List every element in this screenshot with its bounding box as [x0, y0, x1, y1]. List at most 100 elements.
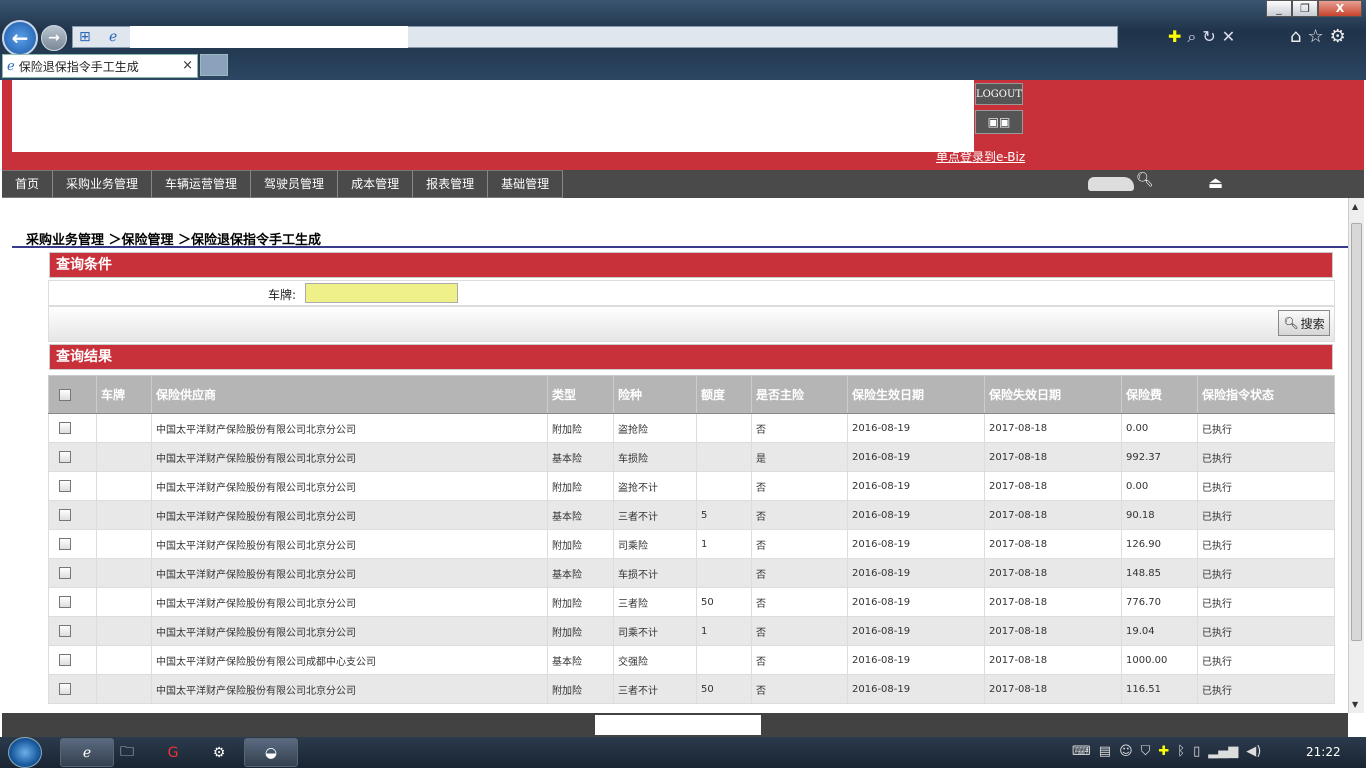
select-all-checkbox[interactable] — [59, 388, 71, 401]
browser-tab[interactable]: ℯ 保险退保指令手工生成 × — [2, 54, 198, 78]
ie-page-icon: ℯ — [109, 29, 118, 45]
col-plate[interactable]: 车牌 — [96, 375, 152, 414]
ebiz-link[interactable]: 单点登录到e-Biz — [936, 148, 1025, 165]
gear-icon[interactable]: ⚙ — [1330, 26, 1346, 47]
table-row[interactable]: 中国太平洋财产保险股份有限公司北京分公司 基本险 车损不计 否 2016-08-19 20… — [48, 558, 1335, 588]
shield-icon[interactable]: ⛉ — [1141, 744, 1151, 759]
col-is-main[interactable]: 是否主险 — [751, 375, 848, 414]
cell-is-main: 否 — [751, 587, 848, 617]
refresh-icon[interactable]: ↻ — [1202, 27, 1215, 47]
users-icon[interactable]: ☺ — [1119, 744, 1133, 759]
col-type[interactable]: 类型 — [547, 375, 614, 414]
col-status[interactable]: 保险指令状态 — [1197, 375, 1335, 414]
eject-icon[interactable]: ⏏ — [1208, 173, 1223, 192]
minimize-button[interactable]: _ — [1266, 0, 1292, 17]
clock[interactable]: 21:22 — [1306, 745, 1341, 759]
car-icon[interactable] — [1088, 177, 1134, 191]
forward-button[interactable]: → — [41, 25, 67, 51]
nav-item-reports[interactable]: 报表管理 — [413, 170, 489, 198]
nav-item-drivers[interactable]: 驾驶员管理 — [251, 170, 339, 198]
row-select-cell — [48, 616, 97, 646]
keyboard-icon[interactable]: ⌨ — [1072, 744, 1091, 759]
nav-item-cost[interactable]: 成本管理 — [338, 170, 414, 198]
row-checkbox[interactable] — [59, 567, 71, 579]
cell-supplier: 中国太平洋财产保险股份有限公司北京分公司 — [151, 616, 548, 646]
table-row[interactable]: 中国太平洋财产保险股份有限公司北京分公司 附加险 盗抢不计 否 2016-08-19 20… — [48, 471, 1335, 501]
cell-type: 附加险 — [547, 529, 614, 559]
table-row[interactable]: 中国太平洋财产保险股份有限公司北京分公司 附加险 司乘不计 1 否 2016-08-19 2… — [48, 616, 1335, 646]
col-start-date[interactable]: 保险生效日期 — [847, 375, 985, 414]
cell-amount — [696, 442, 752, 472]
search-button[interactable]: 🔍︎ 搜索 — [1278, 310, 1330, 336]
cell-amount: 5 — [696, 500, 752, 530]
cell-plate — [96, 616, 152, 646]
col-supplier[interactable]: 保险供应商 — [151, 375, 548, 414]
cell-coverage: 三者险 — [613, 587, 697, 617]
signal-icon[interactable]: ▂▄▆ — [1208, 744, 1238, 759]
back-button[interactable]: ← — [2, 20, 38, 56]
row-checkbox[interactable] — [59, 654, 71, 666]
main-content: 采购业务管理 ＞保险管理 ＞保险退保指令手工生成 查询条件 车牌: 🔍︎ 搜索 … — [2, 198, 1348, 713]
addon-tray-icon[interactable]: ✚ — [1158, 744, 1169, 759]
row-checkbox[interactable] — [59, 538, 71, 550]
logout-button[interactable]: LOGOUT — [975, 83, 1023, 105]
addon-icon[interactable]: ✚ — [1168, 27, 1181, 47]
start-button[interactable] — [8, 737, 42, 768]
taskbar-tool-icon[interactable]: ⚙ — [198, 738, 240, 767]
taskbar-app-icon[interactable]: G — [152, 738, 194, 767]
search-icon[interactable]: ⌕ — [1187, 27, 1196, 47]
taskbar-active-app-icon[interactable]: ◒ — [244, 738, 298, 767]
compat-icon: ⊞ — [79, 29, 91, 45]
horizontal-scrollbar[interactable] — [2, 713, 1348, 737]
col-amount[interactable]: 额度 — [696, 375, 752, 414]
scroll-thumb[interactable] — [1351, 223, 1362, 641]
stop-icon[interactable]: ✕ — [1222, 27, 1235, 47]
row-checkbox[interactable] — [59, 509, 71, 521]
table-row[interactable]: 中国太平洋财产保险股份有限公司北京分公司 基本险 三者不计 5 否 2016-08-19 2… — [48, 500, 1335, 530]
cell-type: 附加险 — [547, 413, 614, 443]
tab-close-icon[interactable]: × — [182, 58, 193, 73]
taskbar-folder-icon[interactable]: 🗀 — [106, 738, 148, 767]
cell-start-date: 2016-08-19 — [847, 442, 985, 472]
row-checkbox[interactable] — [59, 625, 71, 637]
table-row[interactable]: 中国太平洋财产保险股份有限公司北京分公司 附加险 三者不计 50 否 2016-08-19… — [48, 674, 1335, 704]
row-checkbox[interactable] — [59, 683, 71, 695]
sitemap-icon[interactable]: ▣▣ — [975, 110, 1023, 134]
col-coverage[interactable]: 险种 — [613, 375, 697, 414]
table-row[interactable]: 中国太平洋财产保险股份有限公司北京分公司 附加险 三者险 50 否 2016-08-19 2… — [48, 587, 1335, 617]
row-checkbox[interactable] — [59, 451, 71, 463]
col-end-date[interactable]: 保险失效日期 — [984, 375, 1122, 414]
cell-premium: 0.00 — [1121, 413, 1198, 443]
maximize-button[interactable]: ❐ — [1292, 0, 1318, 17]
cell-status: 已执行 — [1197, 587, 1335, 617]
scroll-thumb-horizontal[interactable] — [595, 715, 761, 735]
nav-item-basic[interactable]: 基础管理 — [488, 170, 564, 198]
table-row[interactable]: 中国太平洋财产保险股份有限公司北京分公司 附加险 司乘险 1 否 2016-08-19 20… — [48, 529, 1335, 559]
new-tab-button[interactable] — [200, 54, 228, 76]
plate-input[interactable] — [305, 283, 458, 303]
table-row[interactable]: 中国太平洋财产保险股份有限公司北京分公司 基本险 车损险 是 2016-08-19 201… — [48, 442, 1335, 472]
address-input[interactable] — [130, 26, 408, 48]
row-checkbox[interactable] — [59, 422, 71, 434]
bluetooth-icon[interactable]: ᛒ — [1177, 744, 1185, 759]
volume-icon[interactable]: ◀) — [1246, 744, 1261, 759]
table-row[interactable]: 中国太平洋财产保险股份有限公司成都中心支公司 基本险 交强险 否 2016-08-19 2… — [48, 645, 1335, 675]
favorites-star-icon[interactable]: ☆ — [1307, 26, 1323, 47]
magnifier-icon[interactable]: 🔍︎ — [1136, 172, 1154, 188]
nav-item-home[interactable]: 首页 — [2, 170, 54, 198]
vertical-scrollbar[interactable]: ▲ ▼ — [1348, 198, 1364, 713]
table-row[interactable]: 中国太平洋财产保险股份有限公司北京分公司 附加险 盗抢险 否 2016-08-19 201… — [48, 413, 1335, 443]
scroll-up-icon[interactable]: ▲ — [1352, 202, 1358, 211]
col-premium[interactable]: 保险费 — [1121, 375, 1198, 414]
close-window-button[interactable]: X — [1318, 0, 1362, 17]
nav-item-vehicle-ops[interactable]: 车辆运营管理 — [152, 170, 252, 198]
row-checkbox[interactable] — [59, 480, 71, 492]
scroll-down-icon[interactable]: ▼ — [1352, 700, 1358, 709]
nav-item-procurement[interactable]: 采购业务管理 — [53, 170, 153, 198]
network-icon[interactable]: ▤ — [1099, 744, 1111, 759]
cell-start-date: 2016-08-19 — [847, 413, 985, 443]
home-icon[interactable]: ⌂ — [1290, 26, 1301, 47]
cell-amount: 1 — [696, 529, 752, 559]
row-checkbox[interactable] — [59, 596, 71, 608]
battery-icon[interactable]: ▯ — [1193, 744, 1200, 759]
